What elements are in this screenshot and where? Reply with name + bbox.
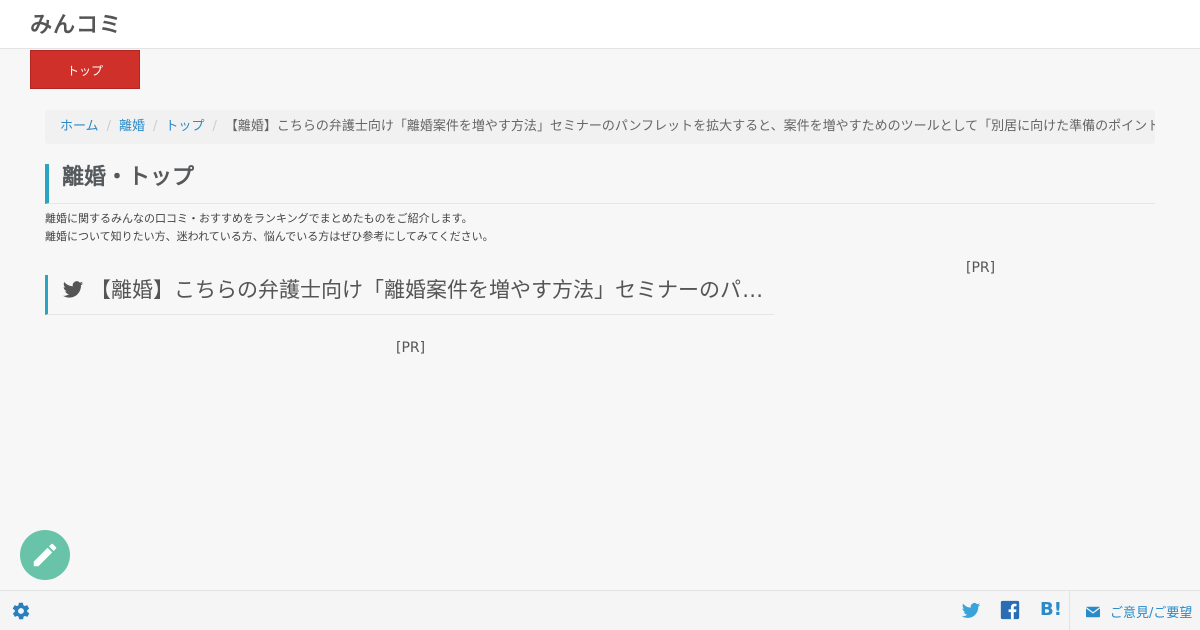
twitter-share-icon[interactable] <box>960 601 982 621</box>
feedback-link[interactable]: ご意見/ご要望 <box>1086 602 1192 621</box>
page-title: 離婚・トップ <box>45 164 1155 204</box>
breadcrumb-current: 【離婚】こちらの弁護士向け「離婚案件を増やす方法」セミナーのパンフレットを拡大す… <box>224 119 1155 134</box>
breadcrumb-separator: / <box>153 119 158 134</box>
feedback-label: ご意見/ご要望 <box>1110 606 1193 621</box>
facebook-share-icon[interactable] <box>1000 600 1020 620</box>
breadcrumb-separator: / <box>212 119 217 134</box>
breadcrumb-home-link[interactable]: ホーム <box>60 119 99 134</box>
hatena-bookmark-button[interactable]: B! <box>1040 599 1062 620</box>
site-header: みんコミ <box>0 0 1200 49</box>
gear-icon[interactable] <box>11 601 31 621</box>
breadcrumb-section-link[interactable]: トップ <box>165 119 204 134</box>
edit-button[interactable] <box>20 530 70 580</box>
description-line-2: 離婚について知りたい方、迷われている方、悩んでいる方はぜひ参考にしてみてください… <box>45 230 494 243</box>
footer-divider <box>1069 591 1070 630</box>
breadcrumb-category-link[interactable]: 離婚 <box>119 119 145 134</box>
breadcrumb: ホーム / 離婚 / トップ / 【離婚】こちらの弁護士向け「離婚案件を増やす方法」セミナー… <box>45 110 1155 144</box>
article-pr-label: [PR] <box>396 340 426 356</box>
page-description: 離婚に関するみんなの口コミ・おすすめをランキングでまとめたものをご紹介します。 … <box>45 210 745 246</box>
tab-top[interactable]: トップ <box>30 50 140 89</box>
sidebar-pr-label: [PR] <box>966 260 996 276</box>
site-logo[interactable]: みんコミ <box>30 7 122 39</box>
mail-icon <box>1086 606 1100 617</box>
footer-bar: B! ご意見/ご要望 <box>0 590 1200 630</box>
article-title[interactable]: 【離婚】こちらの弁護士向け「離婚案件を増やす方法」セミナーのパンフレットを拡大す… <box>45 275 774 315</box>
pencil-icon <box>33 543 57 567</box>
twitter-icon <box>62 281 84 298</box>
description-line-1: 離婚に関するみんなの口コミ・おすすめをランキングでまとめたものをご紹介します。 <box>45 212 473 225</box>
breadcrumb-separator: / <box>106 119 112 134</box>
article-title-text: 【離婚】こちらの弁護士向け「離婚案件を増やす方法」セミナーのパンフレットを拡大す… <box>90 278 774 302</box>
